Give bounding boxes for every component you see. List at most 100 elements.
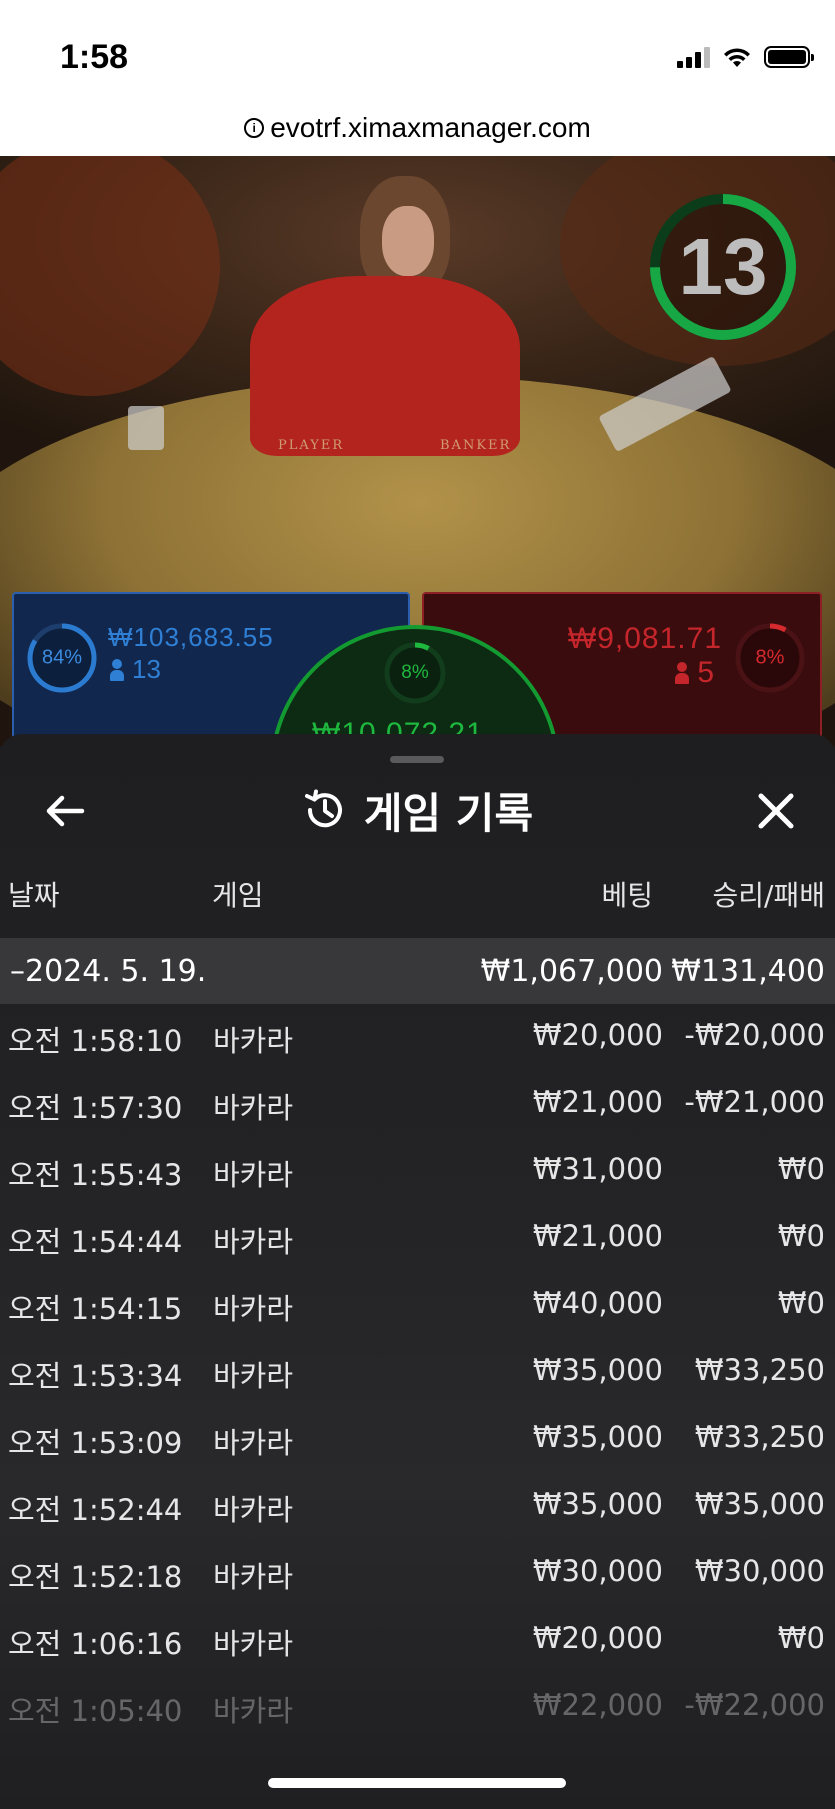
table-row[interactable]: 오전 1:55:43 바카라 ₩31,000 ₩0 — [0, 1138, 835, 1205]
dealer-face — [382, 206, 434, 276]
row-time: 오전 1:52:44 — [8, 1493, 183, 1527]
banker-percent-ring: 8% — [732, 620, 808, 696]
row-time: 오전 1:53:09 — [8, 1426, 183, 1460]
row-winloss: ₩33,250 — [694, 1420, 825, 1454]
info-icon[interactable]: i — [244, 118, 265, 138]
row-game: 바카라 — [213, 1426, 294, 1460]
row-time: 오전 1:58:10 — [8, 1024, 183, 1058]
table-row[interactable]: 오전 1:54:44 바카라 ₩21,000 ₩0 — [0, 1205, 835, 1272]
row-winloss: -₩21,000 — [684, 1085, 825, 1119]
table-row[interactable]: 오전 1:52:18 바카라 ₩30,000 ₩30,000 — [0, 1540, 835, 1607]
row-time: 오전 1:57:30 — [8, 1091, 183, 1125]
game-history-sheet: 게임 기록 날짜 게임 베팅 승리/패배 –2024. 5. 19. ₩1,06… — [0, 734, 835, 1809]
row-bet: ₩40,000 — [532, 1286, 663, 1320]
row-game: 바카라 — [213, 1694, 294, 1728]
felt-player-label: PLAYER — [278, 438, 345, 453]
row-bet: ₩35,000 — [532, 1487, 663, 1521]
player-percent-ring: 84% — [24, 620, 100, 696]
row-game: 바카라 — [213, 1359, 294, 1393]
column-winloss: 승리/패배 — [712, 879, 825, 912]
table-row[interactable]: 오전 1:53:34 바카라 ₩35,000 ₩33,250 — [0, 1339, 835, 1406]
row-time: 오전 1:06:16 — [8, 1627, 183, 1661]
felt-banker-label: BANKER — [440, 438, 512, 453]
row-time: 오전 1:52:18 — [8, 1560, 183, 1594]
status-time: 1:58 — [60, 38, 129, 76]
sheet-title: 게임 기록 — [363, 788, 534, 838]
banker-percent: 8% — [755, 646, 785, 669]
address-bar[interactable]: i evotrf.ximaxmanager.com — [0, 100, 835, 156]
row-winloss: ₩0 — [777, 1621, 825, 1655]
table-row[interactable]: 오전 1:57:30 바카라 ₩21,000 -₩21,000 — [0, 1071, 835, 1138]
summary-date: –2024. 5. 19. — [10, 953, 207, 989]
row-bet: ₩22,000 — [532, 1688, 663, 1722]
banker-bettor-count: 5 — [675, 656, 714, 690]
row-winloss: ₩35,000 — [694, 1487, 825, 1521]
row-bet: ₩30,000 — [532, 1554, 663, 1588]
row-game: 바카라 — [213, 1627, 294, 1661]
person-icon — [110, 658, 124, 681]
background-foliage — [0, 156, 220, 396]
row-bet: ₩21,000 — [532, 1085, 663, 1119]
table-header: 날짜 게임 베팅 승리/패배 — [0, 874, 835, 914]
banker-count-value: 5 — [697, 656, 714, 689]
row-bet: ₩21,000 — [532, 1219, 663, 1253]
row-winloss: ₩30,000 — [694, 1554, 825, 1588]
table-row[interactable]: 오전 1:54:15 바카라 ₩40,000 ₩0 — [0, 1272, 835, 1339]
banker-total-amount: ₩9,081.71 — [567, 622, 722, 655]
row-game: 바카라 — [213, 1158, 294, 1192]
row-time: 오전 1:05:40 — [8, 1694, 183, 1728]
row-winloss: -₩22,000 — [684, 1688, 825, 1722]
table-row[interactable]: 오전 1:58:10 바카라 ₩20,000 -₩20,000 — [0, 1004, 835, 1071]
summary-winloss: ₩131,400 — [671, 953, 825, 989]
row-game: 바카라 — [213, 1292, 294, 1326]
player-percent: 84% — [41, 646, 83, 669]
countdown-timer: 13 — [646, 190, 800, 344]
tie-percent: 8% — [401, 662, 429, 683]
table-row[interactable]: 오전 1:05:40 바카라 ₩22,000 -₩22,000 — [0, 1674, 835, 1741]
column-bet: 베팅 — [601, 879, 653, 912]
table-row[interactable]: 오전 1:52:44 바카라 ₩35,000 ₩35,000 — [0, 1473, 835, 1540]
row-game: 바카라 — [213, 1225, 294, 1259]
row-game: 바카라 — [213, 1560, 294, 1594]
column-date: 날짜 — [8, 879, 60, 912]
row-bet: ₩31,000 — [532, 1152, 663, 1186]
row-time: 오전 1:53:34 — [8, 1359, 183, 1393]
row-winloss: ₩0 — [777, 1219, 825, 1253]
row-time: 오전 1:55:43 — [8, 1158, 183, 1192]
url-text: evotrf.ximaxmanager.com — [270, 112, 591, 143]
row-winloss: ₩33,250 — [694, 1353, 825, 1387]
sheet-drag-handle[interactable] — [390, 756, 444, 763]
tie-percent-ring: 8% — [381, 639, 449, 707]
row-time: 오전 1:54:44 — [8, 1225, 183, 1259]
row-winloss: ₩0 — [777, 1286, 825, 1320]
row-bet: ₩35,000 — [532, 1353, 663, 1387]
table-row[interactable]: 오전 1:53:09 바카라 ₩35,000 ₩33,250 — [0, 1406, 835, 1473]
row-winloss: ₩0 — [777, 1152, 825, 1186]
history-icon — [304, 789, 342, 828]
row-bet: ₩20,000 — [532, 1621, 663, 1655]
cellular-signal-icon — [677, 46, 710, 68]
battery-icon — [764, 46, 814, 68]
timer-seconds: 13 — [678, 222, 768, 311]
table-row[interactable]: 오전 1:06:16 바카라 ₩20,000 ₩0 — [0, 1607, 835, 1674]
row-game: 바카라 — [213, 1091, 294, 1125]
status-bar: 1:58 — [0, 0, 835, 100]
row-time: 오전 1:54:15 — [8, 1292, 183, 1326]
player-total-amount: ₩103,683.55 — [108, 622, 274, 652]
row-game: 바카라 — [213, 1493, 294, 1527]
column-game: 게임 — [212, 879, 264, 912]
history-list: 오전 1:58:10 바카라 ₩20,000 -₩20,000 오전 1:57:30 바카… — [0, 1004, 835, 1741]
status-icons — [677, 46, 814, 68]
player-bettor-count: 13 — [110, 654, 161, 685]
row-bet: ₩35,000 — [532, 1420, 663, 1454]
summary-bet: ₩1,067,000 — [480, 953, 663, 989]
card-discard-box — [128, 406, 164, 450]
person-icon — [675, 662, 690, 684]
close-icon[interactable] — [753, 788, 799, 834]
dealer-body — [250, 276, 520, 456]
player-count-value: 13 — [132, 654, 161, 684]
home-indicator[interactable] — [268, 1778, 566, 1788]
row-winloss: -₩20,000 — [684, 1018, 825, 1052]
date-group-summary[interactable]: –2024. 5. 19. ₩1,067,000 ₩131,400 — [0, 938, 835, 1004]
wifi-icon — [724, 48, 750, 67]
